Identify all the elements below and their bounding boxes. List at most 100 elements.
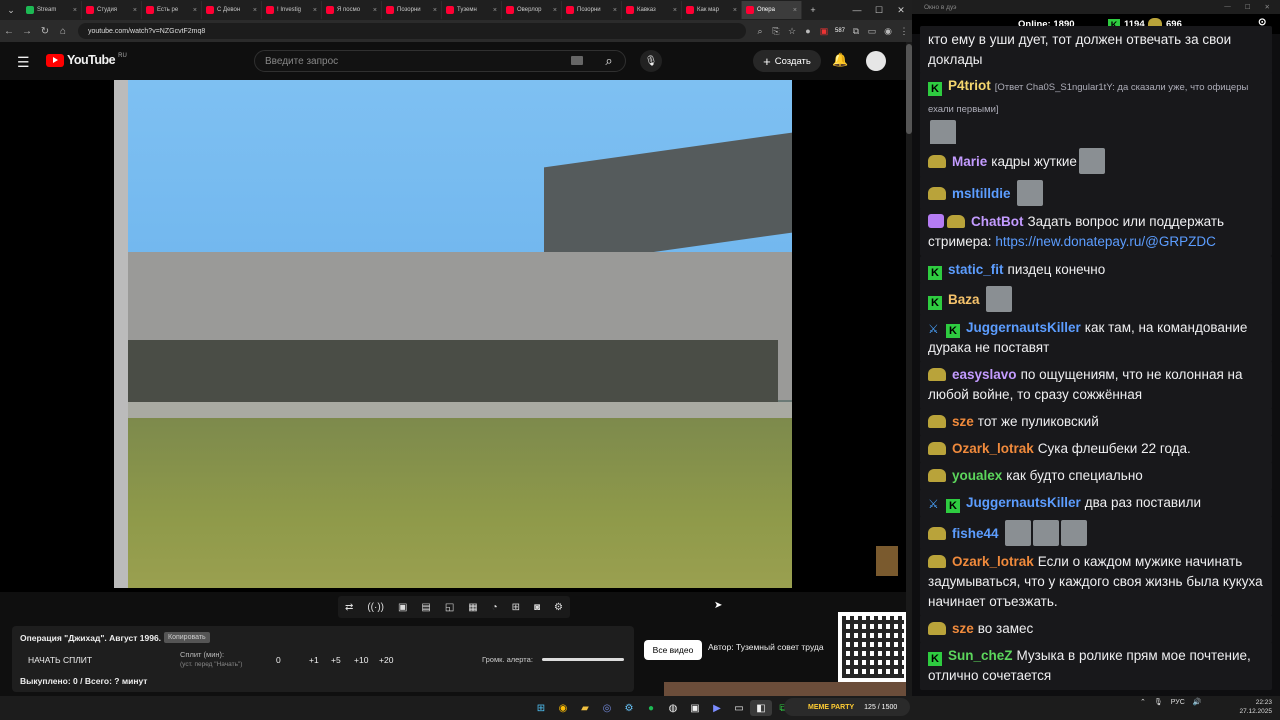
player-icon[interactable]: ▶ bbox=[706, 700, 728, 716]
tab-close-icon[interactable]: × bbox=[613, 7, 617, 14]
search-input[interactable]: Введите запрос bbox=[254, 50, 626, 72]
discord-icon[interactable]: ◎ bbox=[596, 700, 618, 716]
menu-dots-icon[interactable]: ⋮ bbox=[896, 26, 912, 37]
chrome-icon[interactable]: ◉ bbox=[552, 700, 574, 716]
browser-tab[interactable]: Опера × bbox=[742, 1, 802, 19]
loop-icon[interactable]: ⇄ bbox=[345, 602, 353, 613]
chat-username[interactable]: easyslavo bbox=[952, 367, 1017, 382]
chat-username[interactable]: Baza bbox=[948, 292, 980, 307]
steam-icon[interactable]: ⚙ bbox=[618, 700, 640, 716]
chat-username[interactable]: youalex bbox=[952, 468, 1002, 483]
install-icon[interactable]: ⎘ bbox=[768, 26, 784, 37]
gear-icon[interactable]: ⚙ bbox=[554, 602, 563, 613]
browser-tab[interactable]: Есть ре × bbox=[142, 1, 202, 19]
add-icon[interactable]: ⊞ bbox=[512, 602, 520, 613]
chat-username[interactable]: P4triot bbox=[948, 78, 991, 93]
meme-party-widget[interactable]: MEME PARTY 125 / 1500 bbox=[784, 698, 910, 716]
end-card-thumbnail[interactable] bbox=[876, 546, 898, 576]
browser-tab[interactable]: Кавказ × bbox=[622, 1, 682, 19]
browser-tab[interactable]: Я посмо × bbox=[322, 1, 382, 19]
chat-username[interactable]: static_fit bbox=[948, 262, 1004, 277]
obs-icon[interactable]: ◍ bbox=[662, 700, 684, 716]
clock[interactable]: 22:23 27.12.2025 bbox=[1236, 698, 1272, 716]
tray-chevron-icon[interactable]: ⌃ bbox=[1140, 698, 1146, 706]
account-avatar[interactable] bbox=[866, 51, 886, 71]
all-videos-button[interactable]: Все видео bbox=[644, 640, 702, 660]
tab-close-icon[interactable]: × bbox=[373, 7, 377, 14]
chat-link[interactable]: https://new.donatepay.ru/@GRPZDC bbox=[995, 234, 1216, 249]
video-frame[interactable] bbox=[114, 80, 792, 588]
tab-search-icon[interactable]: ⌄ bbox=[0, 5, 22, 16]
grid-icon[interactable]: ▦ bbox=[468, 602, 477, 613]
browser-tab[interactable]: Оверлор × bbox=[502, 1, 562, 19]
start-icon[interactable]: ⊞ bbox=[530, 700, 552, 716]
extension-red-icon[interactable]: ▣ bbox=[816, 26, 832, 37]
profile-icon[interactable]: ◉ bbox=[880, 26, 896, 37]
minimize-icon[interactable]: — bbox=[846, 5, 868, 15]
browser-tab[interactable]: Stream × bbox=[22, 1, 82, 19]
cast-icon[interactable]: ▭ bbox=[864, 26, 880, 37]
chat-username[interactable]: Ozark_lotrak bbox=[952, 441, 1034, 456]
split-value-0[interactable]: 0 bbox=[276, 655, 281, 665]
browser-tab[interactable]: Как мар × bbox=[682, 1, 742, 19]
tab-close-icon[interactable]: × bbox=[493, 7, 497, 14]
folder-icon[interactable]: ▰ bbox=[574, 700, 596, 716]
split-value-20[interactable]: +20 bbox=[379, 655, 393, 665]
browser-tab[interactable]: С Девон × bbox=[202, 1, 262, 19]
reload-icon[interactable]: ↻ bbox=[36, 26, 54, 37]
browser-tab[interactable]: ! Investig × bbox=[262, 1, 322, 19]
volume-icon[interactable]: 🔊 bbox=[1193, 698, 1202, 706]
chat-username[interactable]: JuggernautsKiller bbox=[966, 495, 1081, 510]
new-tab-button[interactable]: + bbox=[802, 5, 824, 15]
tab-close-icon[interactable]: × bbox=[73, 7, 77, 14]
chat-username[interactable]: sze bbox=[952, 414, 974, 429]
bookmark-star-icon[interactable]: ☆ bbox=[784, 26, 800, 37]
split-value-1[interactable]: +1 bbox=[309, 655, 319, 665]
split-value-10[interactable]: +10 bbox=[354, 655, 368, 665]
copy-button[interactable]: Копировать bbox=[164, 632, 210, 643]
browser-tab[interactable]: Позорни × bbox=[562, 1, 622, 19]
chat-username[interactable]: msltilldie bbox=[952, 186, 1011, 201]
broadcast-icon[interactable]: ((·)) bbox=[367, 602, 384, 613]
pip-icon[interactable]: ◱ bbox=[445, 602, 454, 613]
tab-close-icon[interactable]: × bbox=[433, 7, 437, 14]
tab-close-icon[interactable]: × bbox=[553, 7, 557, 14]
language-indicator[interactable]: РУС bbox=[1171, 699, 1185, 706]
home-icon[interactable]: ⌂ bbox=[54, 26, 72, 37]
extension-badge-icon[interactable]: 587 bbox=[832, 28, 848, 34]
start-split-button[interactable]: НАЧАТЬ СПЛИТ bbox=[28, 655, 92, 665]
chat-username[interactable]: ChatBot bbox=[971, 214, 1024, 229]
maximize-icon[interactable]: ☐ bbox=[868, 5, 890, 16]
browser-tab[interactable]: Туземн × bbox=[442, 1, 502, 19]
notifications-bell-icon[interactable]: 🔔 bbox=[832, 52, 848, 68]
search-button[interactable]: ⌕ bbox=[592, 50, 626, 72]
screen-icon[interactable]: ▣ bbox=[398, 602, 407, 613]
terminal-icon[interactable]: ▭ bbox=[728, 700, 750, 716]
chat-username[interactable]: JuggernautsKiller bbox=[966, 320, 1081, 335]
url-field[interactable]: youtube.com/watch?v=NZGcvtF2mq8 bbox=[78, 23, 746, 39]
forward-icon[interactable]: → bbox=[18, 26, 36, 37]
film-icon[interactable]: ▤ bbox=[421, 602, 430, 613]
app-icon[interactable]: ▣ bbox=[684, 700, 706, 716]
chat-username[interactable]: fishe44 bbox=[952, 526, 999, 541]
create-button[interactable]: + Создать bbox=[753, 50, 821, 72]
speed-icon[interactable]: ◔ bbox=[492, 602, 498, 613]
spotify-icon[interactable]: ● bbox=[640, 700, 662, 716]
alert-volume-slider[interactable] bbox=[542, 658, 624, 661]
chat-username[interactable]: Marie bbox=[952, 154, 987, 169]
chat-username[interactable]: sze bbox=[952, 621, 974, 636]
active-window-icon[interactable]: ◧ bbox=[750, 700, 772, 716]
zoom-icon[interactable]: ⌕ bbox=[752, 26, 768, 37]
extensions-puzzle-icon[interactable]: ⧉ bbox=[848, 26, 864, 37]
chat-username[interactable]: Sun_cheZ bbox=[948, 648, 1013, 663]
extension-circle-icon[interactable]: ● bbox=[800, 26, 816, 36]
close-window-icon[interactable]: ✕ bbox=[890, 5, 912, 16]
tab-close-icon[interactable]: × bbox=[193, 7, 197, 14]
camera-icon[interactable]: ◙ bbox=[534, 602, 540, 613]
back-icon[interactable]: ← bbox=[0, 26, 18, 37]
tab-close-icon[interactable]: × bbox=[733, 7, 737, 14]
tab-close-icon[interactable]: × bbox=[793, 7, 797, 14]
hamburger-menu-icon[interactable]: ☰ bbox=[17, 54, 30, 71]
tab-close-icon[interactable]: × bbox=[253, 7, 257, 14]
mic-tray-icon[interactable]: 🎙 bbox=[1154, 698, 1163, 706]
